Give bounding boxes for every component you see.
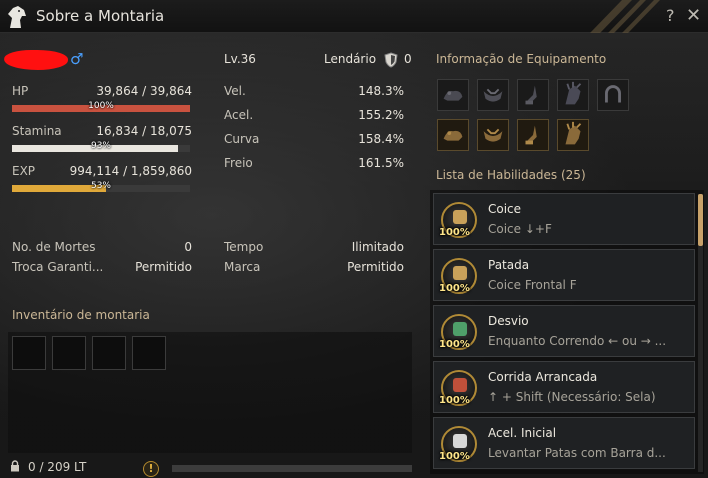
stamina-bar: 93% bbox=[12, 141, 190, 152]
barding-icon[interactable] bbox=[437, 79, 469, 111]
close-button[interactable]: ✕ bbox=[686, 5, 701, 26]
skill-name: Corrida Arrancada bbox=[488, 370, 598, 384]
skill-list: 100% Coice Coice ↓+F 100% Patada Coice F… bbox=[430, 190, 704, 474]
mount-info-window: Sobre a Montaria ? ✕ ♂ HP 39,864 / 39,86… bbox=[0, 0, 708, 478]
exp-value: 994,114 / 1,859,860 bbox=[69, 164, 192, 178]
skill-glyph bbox=[453, 322, 467, 336]
inventory-slot[interactable] bbox=[92, 336, 126, 370]
weight-bar bbox=[172, 465, 412, 472]
time-value: Ilimitado bbox=[351, 240, 404, 254]
exp-label: EXP bbox=[12, 164, 36, 178]
shield-icon bbox=[384, 52, 398, 68]
skill-item[interactable]: 100% Desvio Enquanto Correndo ← ou → ... bbox=[433, 305, 695, 357]
skill-desc: Coice Frontal F bbox=[488, 278, 577, 292]
champron-outfit-icon[interactable] bbox=[557, 119, 589, 151]
acceleration-value: 155.2% bbox=[358, 108, 404, 122]
equipment-title: Informação de Equipamento bbox=[436, 52, 607, 66]
exp-percent: 53% bbox=[90, 181, 111, 191]
saddle-icon[interactable] bbox=[477, 79, 509, 111]
lock-icon bbox=[11, 460, 19, 472]
skill-name: Coice bbox=[488, 202, 522, 216]
stamina-percent: 93% bbox=[90, 141, 111, 151]
skill-name: Acel. Inicial bbox=[488, 426, 557, 440]
champron-icon[interactable] bbox=[557, 79, 589, 111]
horse-head-icon bbox=[8, 6, 26, 28]
skill-item[interactable]: 100% Coice Coice ↓+F bbox=[433, 193, 695, 245]
skill-icon: 100% bbox=[439, 314, 477, 350]
inventory-title: Inventário de montaria bbox=[12, 308, 150, 322]
skill-desc: Enquanto Correndo ← ou → ... bbox=[488, 334, 667, 348]
hp-bar: 100% bbox=[12, 101, 190, 112]
hp-label: HP bbox=[12, 84, 29, 98]
stirrup-outfit-icon[interactable] bbox=[517, 119, 549, 151]
hp-value: 39,864 / 39,864 bbox=[96, 84, 192, 98]
inventory-weight: 0 / 209 LT bbox=[28, 460, 87, 474]
skills-title: Lista de Habilidades (25) bbox=[436, 168, 586, 182]
brake-value: 161.5% bbox=[358, 156, 404, 170]
trade-label: Troca Garanti... bbox=[12, 260, 104, 274]
skill-glyph bbox=[453, 378, 467, 392]
turning-value: 158.4% bbox=[358, 132, 404, 146]
skill-glyph bbox=[453, 434, 467, 448]
warning-icon[interactable]: ! bbox=[143, 461, 159, 477]
skill-icon: 100% bbox=[439, 202, 477, 238]
acceleration-label: Acel. bbox=[224, 108, 254, 122]
deaths-label: No. de Mortes bbox=[12, 240, 96, 254]
skill-item[interactable]: 100% Acel. Inicial Levantar Patas com Ba… bbox=[433, 417, 695, 469]
grade-count: 0 bbox=[404, 52, 412, 66]
skill-mastery: 100% bbox=[439, 339, 470, 350]
mount-grade: Lendário bbox=[324, 52, 377, 66]
saddle-outfit-icon[interactable] bbox=[477, 119, 509, 151]
skill-item[interactable]: 100% Corrida Arrancada ↑ + Shift (Necess… bbox=[433, 361, 695, 413]
speed-label: Vel. bbox=[224, 84, 246, 98]
skill-mastery: 100% bbox=[439, 395, 470, 406]
hp-percent: 100% bbox=[88, 101, 114, 111]
male-gender-icon: ♂ bbox=[70, 50, 84, 68]
deaths-value: 0 bbox=[184, 240, 192, 254]
mount-level: Lv.36 bbox=[224, 52, 256, 66]
skill-scrollbar-thumb[interactable] bbox=[698, 194, 703, 246]
stirrup-icon[interactable] bbox=[517, 79, 549, 111]
skill-desc: Levantar Patas com Barra d... bbox=[488, 446, 666, 460]
skill-desc: Coice ↓+F bbox=[488, 222, 552, 236]
stamina-label: Stamina bbox=[12, 124, 62, 138]
skill-icon: 100% bbox=[439, 370, 477, 406]
mark-label: Marca bbox=[224, 260, 261, 274]
trade-value: Permitido bbox=[135, 260, 192, 274]
skill-glyph bbox=[453, 266, 467, 280]
skill-desc: ↑ + Shift (Necessário: Sela) bbox=[488, 390, 656, 404]
mark-value: Permitido bbox=[347, 260, 404, 274]
inventory-slot[interactable] bbox=[132, 336, 166, 370]
help-button[interactable]: ? bbox=[666, 6, 675, 25]
inventory-grid bbox=[8, 332, 412, 453]
turning-label: Curva bbox=[224, 132, 260, 146]
skill-mastery: 100% bbox=[439, 451, 470, 462]
title-bar[interactable]: Sobre a Montaria ? ✕ bbox=[0, 0, 708, 33]
skill-name: Patada bbox=[488, 258, 530, 272]
skill-name: Desvio bbox=[488, 314, 529, 328]
inventory-slot[interactable] bbox=[52, 336, 86, 370]
exp-bar: 53% bbox=[12, 181, 190, 192]
barding-outfit-icon[interactable] bbox=[437, 119, 469, 151]
skill-icon: 100% bbox=[439, 258, 477, 294]
window-title: Sobre a Montaria bbox=[36, 7, 165, 25]
brake-label: Freio bbox=[224, 156, 253, 170]
skill-glyph bbox=[453, 210, 467, 224]
time-label: Tempo bbox=[224, 240, 264, 254]
redacted-mount-name bbox=[2, 50, 70, 70]
skill-mastery: 100% bbox=[439, 283, 470, 294]
skill-mastery: 100% bbox=[439, 227, 470, 238]
title-decoration bbox=[590, 0, 660, 33]
speed-value: 148.3% bbox=[358, 84, 404, 98]
stamina-value: 16,834 / 18,075 bbox=[96, 124, 192, 138]
skill-item[interactable]: 100% Patada Coice Frontal F bbox=[433, 249, 695, 301]
skill-icon: 100% bbox=[439, 426, 477, 462]
horseshoe-icon[interactable] bbox=[597, 79, 629, 111]
inventory-slot[interactable] bbox=[12, 336, 46, 370]
